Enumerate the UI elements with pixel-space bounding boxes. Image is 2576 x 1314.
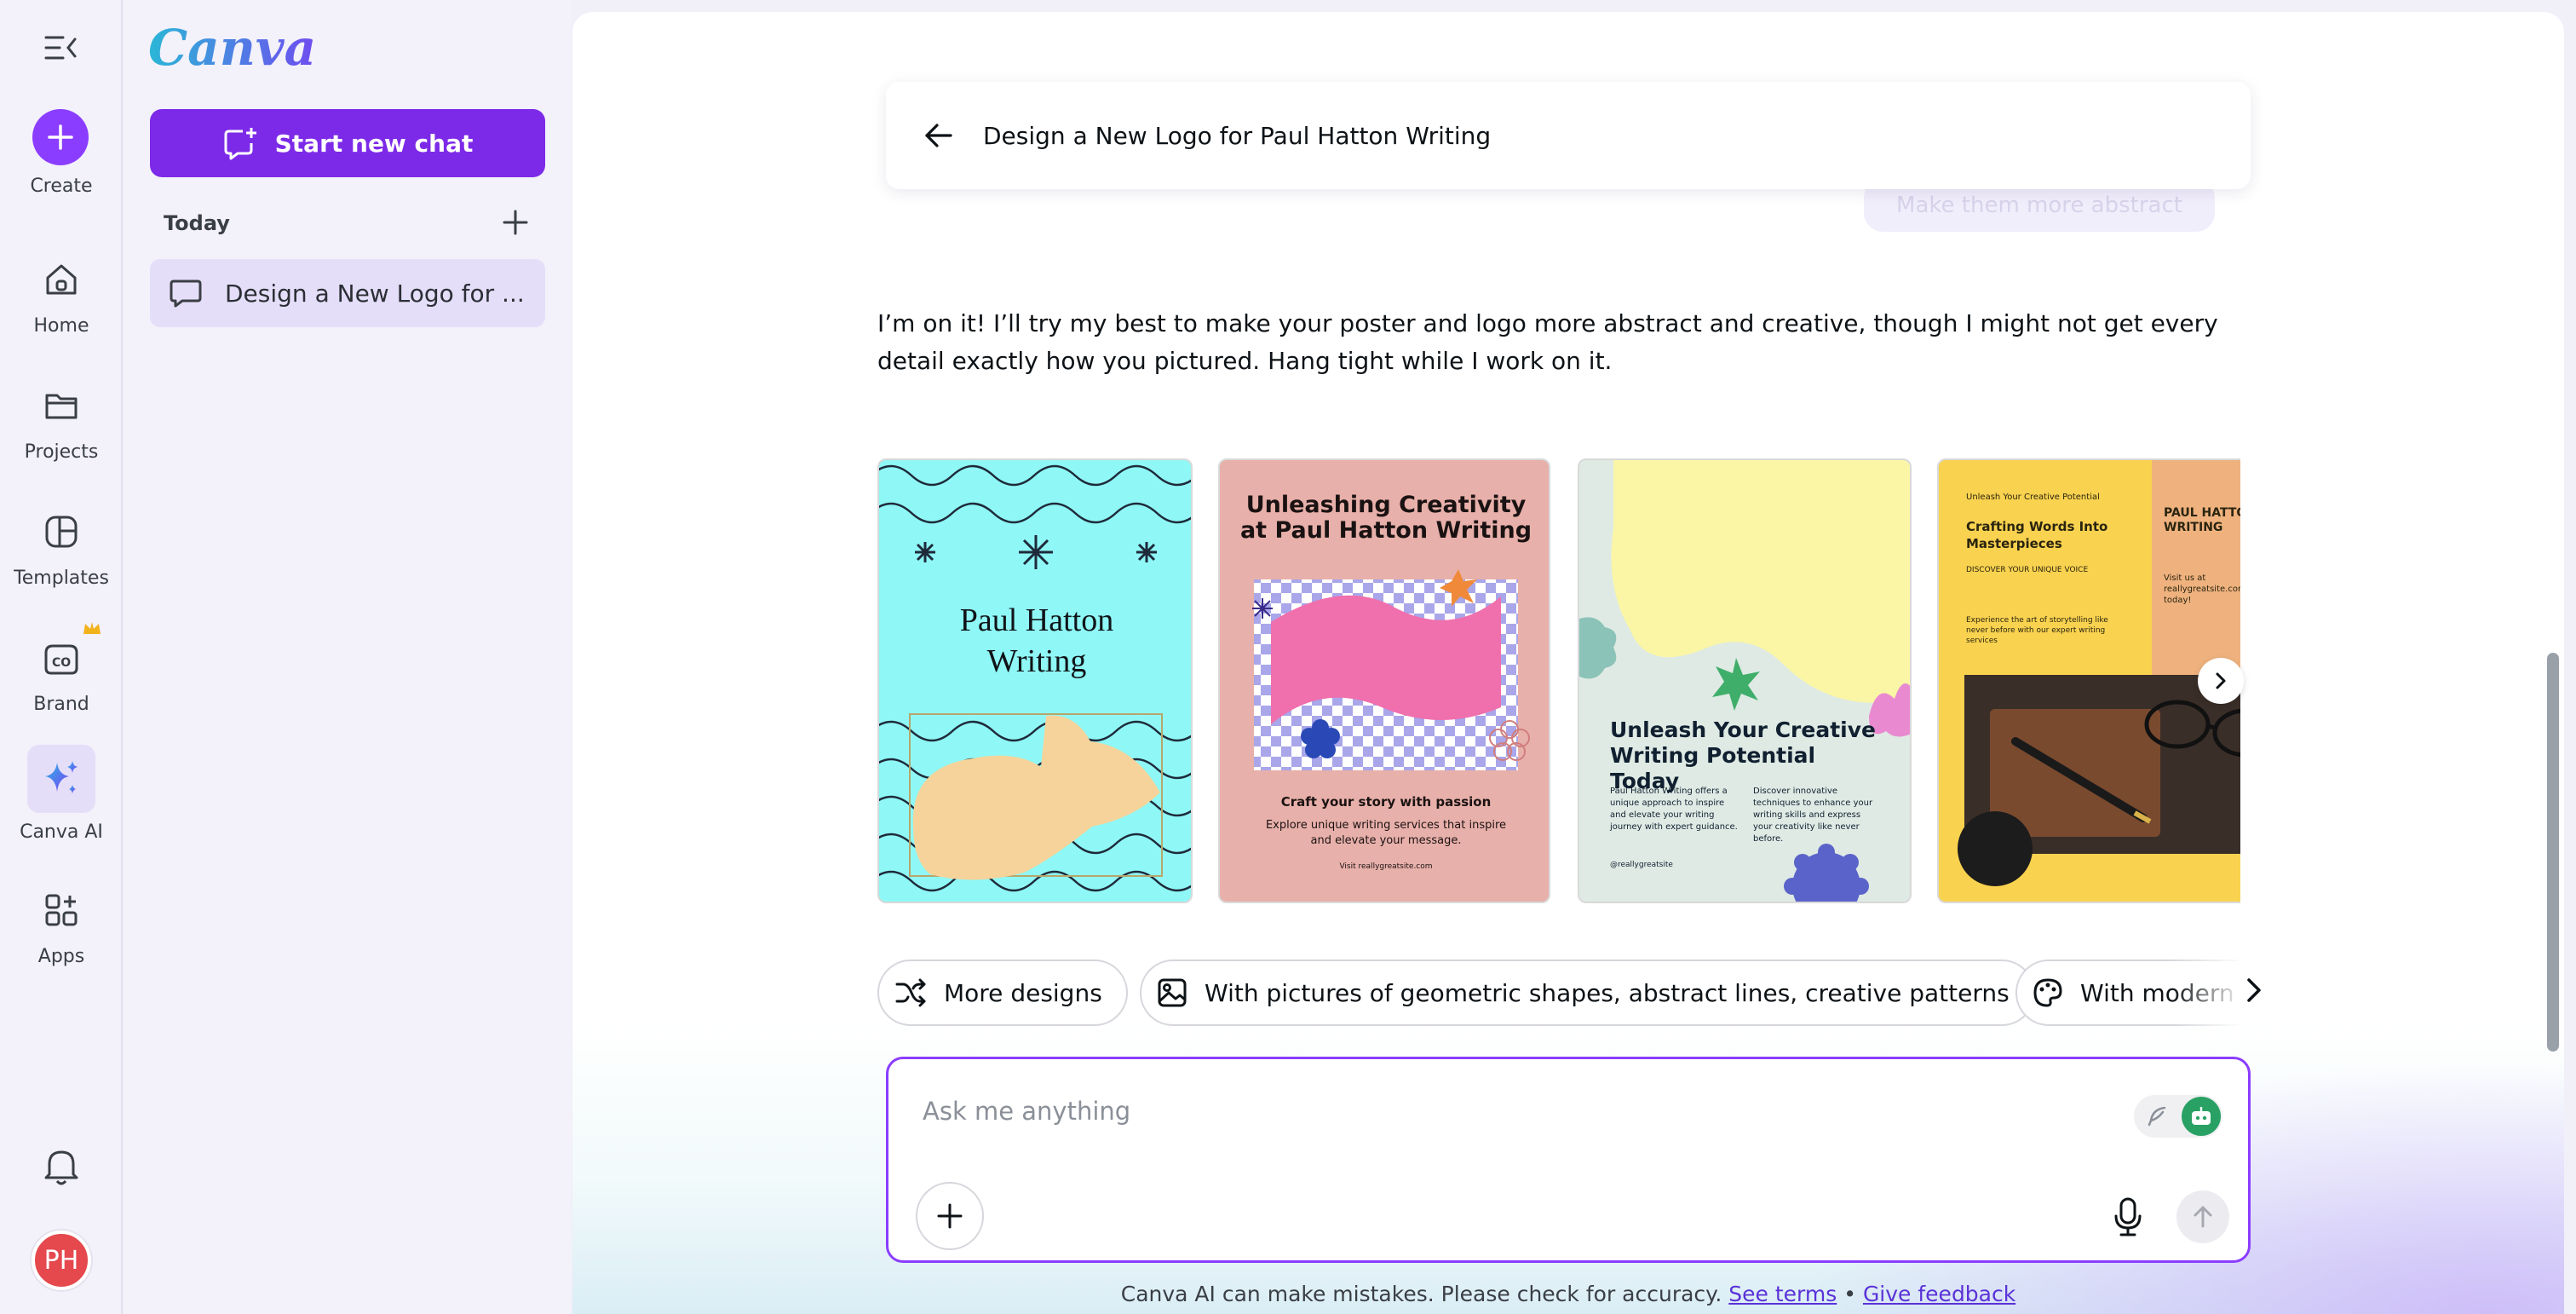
- add-attachment-button[interactable]: [916, 1182, 984, 1250]
- chip-more-designs[interactable]: More designs: [877, 960, 1128, 1026]
- arrow-up-icon: [2194, 1206, 2212, 1228]
- chat-main: Design a New Logo for Paul Hatton Writin…: [572, 12, 2564, 1314]
- rail-item-label: Canva AI: [20, 821, 103, 843]
- rail-item-home[interactable]: Home: [0, 252, 123, 337]
- ask-input[interactable]: [923, 1090, 2115, 1132]
- card2-title-line2: at Paul Hatton Writing: [1239, 517, 1532, 544]
- new-chat-icon: [224, 128, 256, 160]
- assistant-reply: I’m on it! I’ll try my best to make your…: [877, 309, 2218, 375]
- back-arrow-icon[interactable]: [923, 122, 954, 149]
- ai-disclaimer: Canva AI can make mistakes. Please check…: [572, 1282, 2564, 1306]
- rail-item-brand[interactable]: CO Brand: [0, 631, 123, 715]
- see-terms-link[interactable]: See terms: [1728, 1282, 1837, 1306]
- palette-icon: [2033, 978, 2062, 1007]
- svg-text:CO: CO: [52, 656, 71, 670]
- card2-body: Explore unique writing services that ins…: [1265, 819, 1507, 847]
- bell-icon[interactable]: [37, 1142, 85, 1190]
- give-feedback-link[interactable]: Give feedback: [1863, 1282, 2015, 1306]
- card3-column1: Paul Hatton Writing offers a unique appr…: [1610, 787, 1738, 832]
- mode-toggle[interactable]: [2134, 1095, 2222, 1138]
- chat-title: Design a New Logo for Paul Hatton Writin…: [983, 121, 1492, 150]
- templates-icon: [34, 504, 89, 559]
- suggestion-chips: More designs With pictures of geometric …: [877, 948, 2274, 1026]
- rail-item-canva-ai[interactable]: Canva AI: [0, 745, 123, 843]
- rail-item-label: Templates: [14, 568, 109, 589]
- chat-history-item[interactable]: Design a New Logo for ...: [150, 259, 545, 327]
- rail-item-apps[interactable]: Apps: [0, 883, 123, 967]
- rail-item-label: Projects: [24, 441, 99, 463]
- disclaimer-text: Canva AI can make mistakes. Please check…: [1120, 1282, 1722, 1306]
- chip-label: With pictures of geometric shapes, abstr…: [1205, 978, 2010, 1007]
- design-card-2[interactable]: Unleashing Creativity at Paul Hatton Wri…: [1218, 458, 1550, 903]
- brand-icon: CO: [34, 631, 89, 685]
- plus-icon: [48, 124, 73, 150]
- rail-item-templates[interactable]: Templates: [0, 504, 123, 589]
- card3-title-line1: Unleash Your Creative: [1610, 718, 1876, 742]
- wave-pattern-graphic: [879, 464, 1191, 892]
- avatar[interactable]: PH: [32, 1230, 91, 1290]
- card3-handle: @reallygreatsite: [1610, 861, 1673, 869]
- card2-url: Visit reallygreatsite.com: [1339, 862, 1433, 871]
- card1-title-line1: Paul Hatton: [959, 602, 1114, 638]
- collapse-sidebar-icon[interactable]: [43, 32, 80, 63]
- card1-title-line2: Writing: [986, 643, 1087, 679]
- design-carousel: Paul Hatton Writing Unleashing Creativit…: [877, 447, 2240, 907]
- design-card-3[interactable]: Unleash Your Creative Writing Potential …: [1578, 458, 1912, 903]
- create-label: Create: [30, 176, 93, 197]
- send-button[interactable]: [2176, 1190, 2229, 1243]
- feather-icon: [2148, 1106, 2166, 1127]
- checkered-wave-graphic: [1252, 569, 1530, 770]
- robot-icon: [2182, 1097, 2221, 1136]
- message-composer: [886, 1057, 2251, 1263]
- add-chat-icon[interactable]: [501, 208, 530, 237]
- sparkle-icon: [27, 745, 95, 813]
- design-card-1[interactable]: Paul Hatton Writing: [877, 458, 1193, 903]
- scrollbar[interactable]: [2547, 653, 2559, 1052]
- rail-item-label: Apps: [37, 946, 85, 967]
- section-today: Today: [164, 211, 230, 235]
- chat-bubble-icon: [170, 280, 202, 308]
- rail-item-label: Home: [33, 315, 89, 337]
- chip-geometric-pictures[interactable]: With pictures of geometric shapes, abstr…: [1140, 960, 2035, 1026]
- create-button[interactable]: [32, 109, 89, 165]
- apps-icon: [34, 883, 89, 937]
- canva-logo[interactable]: Canva: [148, 19, 316, 77]
- disclaimer-separator: •: [1843, 1282, 1856, 1306]
- card3-column2: Discover innovative techniques to enhanc…: [1753, 787, 1873, 844]
- design-card-4[interactable]: Unleash Your Creative Potential Crafting…: [1937, 458, 2240, 903]
- shuffle-icon: [895, 978, 926, 1007]
- chat-history-title: Design a New Logo for ...: [225, 279, 525, 308]
- card2-title-line1: Unleashing Creativity: [1245, 492, 1527, 518]
- left-rail: Create Home Projects Templates CO Brand …: [0, 0, 123, 1314]
- rail-item-projects[interactable]: Projects: [0, 378, 123, 463]
- start-new-chat-button[interactable]: Start new chat: [150, 109, 545, 177]
- image-icon: [1158, 978, 1187, 1007]
- home-icon: [34, 252, 89, 307]
- start-new-chat-label: Start new chat: [274, 129, 474, 158]
- folder-icon: [34, 378, 89, 433]
- rail-item-label: Brand: [33, 694, 89, 715]
- chat-history-panel: Canva Start new chat Today Design a New …: [124, 0, 571, 1314]
- desk-photo-graphic: [1958, 675, 2240, 886]
- plus-icon: [937, 1203, 963, 1229]
- crown-icon: [82, 620, 102, 641]
- carousel-next-button[interactable]: [2198, 658, 2244, 704]
- chat-title-bar: Design a New Logo for Paul Hatton Writin…: [886, 82, 2251, 189]
- chip-label: More designs: [944, 978, 1102, 1007]
- chips-next-icon[interactable]: [2239, 975, 2269, 1006]
- chevron-right-icon: [2216, 672, 2226, 689]
- card2-tagline: Craft your story with passion: [1280, 794, 1492, 810]
- microphone-icon[interactable]: [2107, 1194, 2149, 1240]
